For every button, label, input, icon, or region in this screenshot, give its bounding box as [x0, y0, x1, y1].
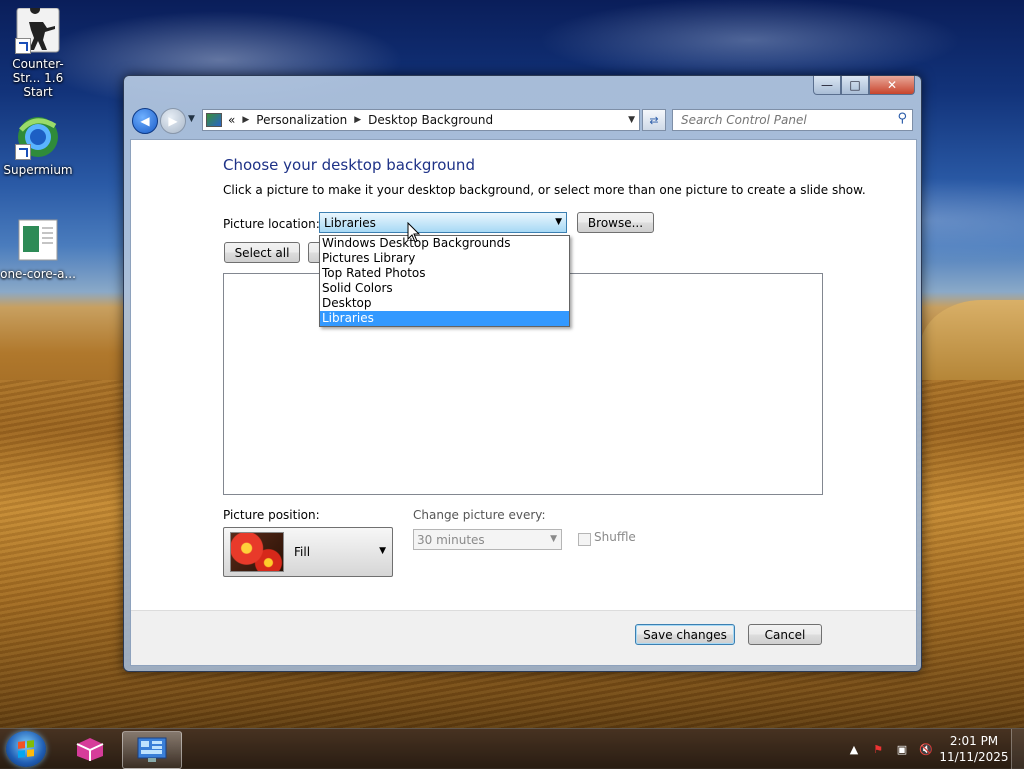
location-option-pictures-library[interactable]: Pictures Library — [320, 251, 569, 266]
breadcrumb-desktop-background[interactable]: Desktop Background — [368, 113, 493, 127]
shortcut-arrow-icon — [15, 144, 31, 160]
minimize-button[interactable]: — — [813, 76, 841, 95]
control-panel-icon — [137, 737, 167, 762]
picture-position-select[interactable]: Fill ▼ — [223, 527, 393, 577]
search-input[interactable] — [679, 112, 883, 128]
shuffle-checkbox[interactable] — [578, 533, 591, 546]
document-icon — [15, 218, 61, 264]
shortcut-arrow-icon — [15, 38, 31, 54]
picture-location-select[interactable]: Libraries ▼ — [319, 212, 567, 233]
action-center-flag-icon[interactable]: ⚑ — [869, 741, 887, 757]
refresh-icon: ⇄ — [649, 113, 659, 127]
address-overflow-chevron[interactable]: « — [228, 113, 235, 127]
desktop-icon-label: one-core-a... — [0, 267, 76, 281]
change-interval-select[interactable]: 30 minutes ▼ — [413, 529, 562, 550]
desktop-icon-document[interactable]: one-core-a... — [0, 218, 76, 281]
back-button[interactable]: ◀ — [132, 108, 158, 134]
back-arrow-icon: ◀ — [140, 114, 150, 128]
taskbar-app-control-panel[interactable] — [122, 731, 182, 769]
search-box[interactable]: ⚲ — [672, 109, 913, 131]
desktop-icon-label: Counter-Str... 1.6 Start — [12, 57, 64, 99]
page-title: Choose your desktop background — [223, 156, 475, 174]
position-preview-thumbnail — [230, 532, 284, 572]
location-option-desktop[interactable]: Desktop — [320, 296, 569, 311]
chevron-down-icon: ▼ — [379, 546, 386, 556]
shuffle-label: Shuffle — [594, 530, 636, 544]
start-button[interactable] — [6, 731, 46, 767]
desktop-icon-counter-strike[interactable]: Counter-Str... 1.6 Start — [0, 4, 76, 99]
location-option-solid-colors[interactable]: Solid Colors — [320, 281, 569, 296]
location-option-libraries[interactable]: Libraries — [320, 311, 569, 326]
taskbar-clock[interactable]: 2:01 PM 11/11/2025 — [938, 733, 1010, 765]
maximize-button[interactable]: □ — [841, 76, 869, 95]
desktop-icon-label: Supermium — [3, 163, 73, 177]
change-interval-value: 30 minutes — [417, 533, 485, 547]
control-panel-icon — [206, 113, 222, 127]
clock-time: 2:01 PM — [949, 734, 999, 748]
picture-location-label: Picture location: — [223, 217, 320, 231]
content-pane: Choose your desktop background Click a p… — [130, 139, 917, 666]
window-controls: — □ ✕ — [813, 76, 915, 96]
windows-logo-icon — [18, 740, 34, 758]
select-all-button[interactable]: Select all — [224, 242, 300, 263]
refresh-button[interactable]: ⇄ — [642, 109, 666, 131]
close-button[interactable]: ✕ — [869, 76, 915, 95]
save-changes-button[interactable]: Save changes — [635, 624, 735, 645]
forward-button[interactable]: ▶ — [160, 108, 186, 134]
control-panel-window: — □ ✕ ◀ ▶ ▼ « ▶ Personalization ▶ Deskto… — [123, 75, 922, 672]
counter-strike-icon — [15, 4, 61, 54]
address-bar[interactable]: « ▶ Personalization ▶ Desktop Background… — [202, 109, 640, 131]
search-icon[interactable]: ⚲ — [897, 111, 907, 126]
browse-button[interactable]: Browse... — [577, 212, 654, 233]
taskbar-app-paint-icon[interactable] — [64, 731, 116, 767]
location-option-windows-desktop-backgrounds[interactable]: Windows Desktop Backgrounds — [320, 236, 569, 251]
picture-location-value: Libraries — [324, 216, 376, 230]
desktop-icon-supermium[interactable]: Supermium — [0, 114, 76, 177]
address-dropdown-icon[interactable]: ▼ — [628, 115, 635, 125]
recent-pages-dropdown-icon[interactable]: ▼ — [188, 114, 195, 124]
show-desktop-button[interactable] — [1011, 729, 1024, 769]
clock-date: 11/11/2025 — [939, 750, 1009, 764]
change-picture-label: Change picture every: — [413, 508, 546, 522]
supermium-icon — [15, 114, 61, 160]
cancel-button[interactable]: Cancel — [748, 624, 822, 645]
picture-position-value: Fill — [294, 545, 311, 559]
taskbar: ▲ ⚑ ▣ 🔇 2:01 PM 11/11/2025 — [0, 728, 1024, 769]
dialog-footer: Save changes Cancel — [131, 610, 916, 665]
breadcrumb-separator-icon: ▶ — [242, 115, 250, 125]
navigation-bar: ◀ ▶ ▼ « ▶ Personalization ▶ Desktop Back… — [132, 104, 913, 138]
location-option-top-rated-photos[interactable]: Top Rated Photos — [320, 266, 569, 281]
picture-position-label: Picture position: — [223, 508, 320, 522]
page-description: Click a picture to make it your desktop … — [223, 183, 866, 197]
breadcrumb-personalization[interactable]: Personalization — [256, 113, 347, 127]
forward-arrow-icon: ▶ — [168, 114, 178, 128]
chevron-down-icon: ▼ — [555, 217, 562, 227]
system-tray: ▲ ⚑ ▣ 🔇 — [842, 729, 938, 769]
chevron-down-icon: ▼ — [550, 534, 557, 544]
show-hidden-icons-icon[interactable]: ▲ — [845, 741, 863, 757]
breadcrumb-separator-icon: ▶ — [354, 115, 362, 125]
volume-muted-icon[interactable]: 🔇 — [917, 741, 935, 757]
network-icon[interactable]: ▣ — [893, 741, 911, 757]
picture-location-dropdown: Windows Desktop Backgrounds Pictures Lib… — [319, 235, 570, 327]
